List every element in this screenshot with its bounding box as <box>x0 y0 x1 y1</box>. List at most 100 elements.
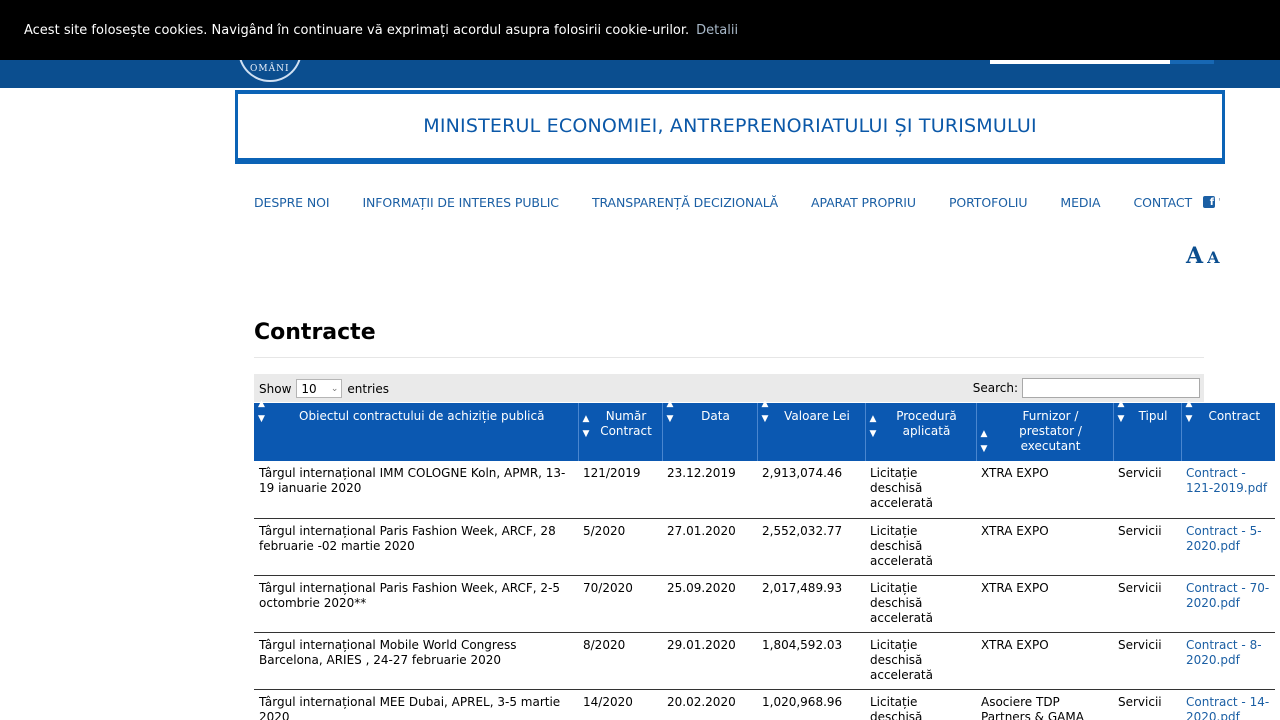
logo-text: OMÂNI <box>250 64 290 74</box>
cell-obiect: Târgul internațional MEE Dubai, APREL, 3… <box>254 689 578 720</box>
nav-item-contact[interactable]: CONTACT <box>1133 195 1192 210</box>
cell-furnizor: XTRA EXPO <box>976 575 1113 633</box>
column-header-data[interactable]: Data ▲ ▼ <box>662 399 758 461</box>
table-row: Târgul internațional Paris Fashion Week,… <box>254 575 1275 633</box>
cell-valoare: 1,020,968.96 <box>757 689 865 720</box>
cell-contract: Contract - 8-2020.pdf <box>1181 632 1275 690</box>
contract-pdf-link[interactable]: Contract - 14-2020.pdf <box>1186 695 1269 720</box>
cell-obiect: Târgul internațional Paris Fashion Week,… <box>254 518 578 576</box>
cell-procedura: Licitație deschisă accelerată <box>865 632 976 690</box>
ministry-title-box: MINISTERUL ECONOMIEI, ANTREPRENORIATULUI… <box>235 90 1225 164</box>
cookie-banner: Acest site folosește cookies. Navigând î… <box>0 0 1280 60</box>
cell-furnizor: XTRA EXPO <box>976 461 1113 519</box>
sort-icon: ▲ ▼ <box>980 429 988 454</box>
font-decrease-button[interactable]: A <box>1207 248 1219 267</box>
cell-tipul: Servicii <box>1113 461 1181 519</box>
cell-obiect: Târgul internațional Mobile World Congre… <box>254 632 578 690</box>
sort-icon: ▲ ▼ <box>1117 399 1125 424</box>
column-header-numar[interactable]: Număr Contract ▲ ▼ <box>578 403 663 461</box>
sort-icon: ▲ ▼ <box>1185 399 1193 424</box>
contract-pdf-link[interactable]: Contract - 8-2020.pdf <box>1186 638 1262 667</box>
cell-numar: 8/2020 <box>578 632 662 690</box>
entries-value: 10 <box>301 381 317 396</box>
font-size-controls: A A <box>1186 243 1220 269</box>
column-header-furnizor[interactable]: Furnizor / prestator / executant ▲ ▼ <box>976 403 1114 461</box>
cell-valoare: 2,017,489.93 <box>757 575 865 633</box>
contract-pdf-link[interactable]: Contract - 121-2019.pdf <box>1186 466 1267 495</box>
header-label: Data <box>701 409 730 423</box>
column-header-valoare[interactable]: Valoare Lei ▲ ▼ <box>757 399 866 461</box>
cell-numar: 5/2020 <box>578 518 662 576</box>
cell-procedura: Licitație deschisă accelerată <box>865 461 976 519</box>
font-increase-button[interactable]: A <box>1186 243 1203 269</box>
sort-icon: ▲ ▼ <box>761 399 769 424</box>
nav-item-media[interactable]: MEDIA <box>1060 195 1100 210</box>
entries-length: Show 10 ⌄ entries <box>259 379 389 398</box>
cell-data: 23.12.2019 <box>662 461 757 519</box>
cell-obiect: Târgul internațional IMM COLOGNE Koln, A… <box>254 461 578 519</box>
table-header-row: Obiectul contractului de achiziție publi… <box>254 399 1275 461</box>
header-label: Valoare Lei <box>784 409 850 423</box>
entries-label: entries <box>347 381 389 396</box>
column-header-procedura[interactable]: Procedură aplicată ▲ ▼ <box>865 403 977 461</box>
header-label: Obiectul contractului de achiziție publi… <box>299 409 545 423</box>
sort-icon: ▲ ▼ <box>582 414 590 439</box>
nav-item-aparat-propriu[interactable]: APARAT PROPRIU <box>811 195 916 210</box>
cell-data: 25.09.2020 <box>662 575 757 633</box>
header-label: Număr Contract <box>600 409 652 438</box>
cell-procedura: Licitație deschisă accelerată <box>865 575 976 633</box>
cell-tipul: Servicii <box>1113 518 1181 576</box>
cell-furnizor: XTRA EXPO <box>976 632 1113 690</box>
cell-tipul: Servicii <box>1113 575 1181 633</box>
contract-pdf-link[interactable]: Contract - 70-2020.pdf <box>1186 581 1269 610</box>
sort-icon: ▲ ▼ <box>666 399 674 424</box>
contract-pdf-link[interactable]: Contract - 5-2020.pdf <box>1186 524 1262 553</box>
sort-icon: ▲ ▼ <box>869 414 877 439</box>
cookie-message: Acest site folosește cookies. Navigând î… <box>24 22 690 38</box>
nav-item-portofoliu[interactable]: PORTOFOLIU <box>949 195 1028 210</box>
cell-procedura: Licitație deschisă <box>865 689 976 720</box>
title-divider <box>254 357 1204 358</box>
cell-furnizor: Asociere TDP Partners & GAMA <box>976 689 1113 720</box>
main-nav: DESPRE NOI INFORMAȚII DE INTERES PUBLIC … <box>254 193 1221 211</box>
table-row: Târgul internațional MEE Dubai, APREL, 3… <box>254 689 1275 720</box>
column-header-obiect[interactable]: Obiectul contractului de achiziție publi… <box>254 399 579 461</box>
column-header-contract[interactable]: Contract ▲ ▼ <box>1181 399 1275 461</box>
cell-contract: Contract - 14-2020.pdf <box>1181 689 1275 720</box>
table-controls: Show 10 ⌄ entries Search: <box>254 374 1204 402</box>
cell-data: 20.02.2020 <box>662 689 757 720</box>
show-label: Show <box>259 381 292 396</box>
cookie-details-link[interactable]: Detalii <box>696 23 738 38</box>
cell-contract: Contract - 5-2020.pdf <box>1181 518 1275 576</box>
nav-item-transparenta[interactable]: TRANSPARENȚĂ DECIZIONALĂ <box>592 195 778 210</box>
table-row: Târgul internațional Paris Fashion Week,… <box>254 518 1275 576</box>
sort-icon: ▲ ▼ <box>258 399 265 424</box>
facebook-icon[interactable]: f <box>1203 196 1216 208</box>
search-input[interactable] <box>1022 378 1200 398</box>
table-row: Târgul internațional IMM COLOGNE Koln, A… <box>254 461 1275 519</box>
page: OMÂNI Acest site folosește cookies. Navi… <box>0 0 1280 720</box>
cell-valoare: 2,552,032.77 <box>757 518 865 576</box>
cell-tipul: Servicii <box>1113 632 1181 690</box>
header-label: Contract <box>1208 409 1261 423</box>
cell-data: 27.01.2020 <box>662 518 757 576</box>
cell-tipul: Servicii <box>1113 689 1181 720</box>
entries-select[interactable]: 10 ⌄ <box>296 379 343 398</box>
ministry-title[interactable]: MINISTERUL ECONOMIEI, ANTREPRENORIATULUI… <box>423 115 1037 137</box>
nav-item-despre-noi[interactable]: DESPRE NOI <box>254 195 330 210</box>
search-label: Search: <box>972 381 1018 395</box>
cell-valoare: 1,804,592.03 <box>757 632 865 690</box>
cell-contract: Contract - 121-2019.pdf <box>1181 461 1275 519</box>
cell-contract: Contract - 70-2020.pdf <box>1181 575 1275 633</box>
column-header-tipul[interactable]: Tipul ▲ ▼ <box>1113 399 1182 461</box>
table-search: Search: <box>973 378 1200 398</box>
header-label: Tipul <box>1138 409 1168 423</box>
cell-numar: 14/2020 <box>578 689 662 720</box>
table-row: Târgul internațional Mobile World Congre… <box>254 632 1275 690</box>
nav-item-informatii[interactable]: INFORMAȚII DE INTERES PUBLIC <box>362 195 559 210</box>
cell-obiect: Târgul internațional Paris Fashion Week,… <box>254 575 578 633</box>
cell-numar: 121/2019 <box>578 461 662 519</box>
chevron-down-icon: ⌄ <box>330 383 339 394</box>
cell-furnizor: XTRA EXPO <box>976 518 1113 576</box>
nav-overflow-mark: ' <box>1218 196 1221 208</box>
